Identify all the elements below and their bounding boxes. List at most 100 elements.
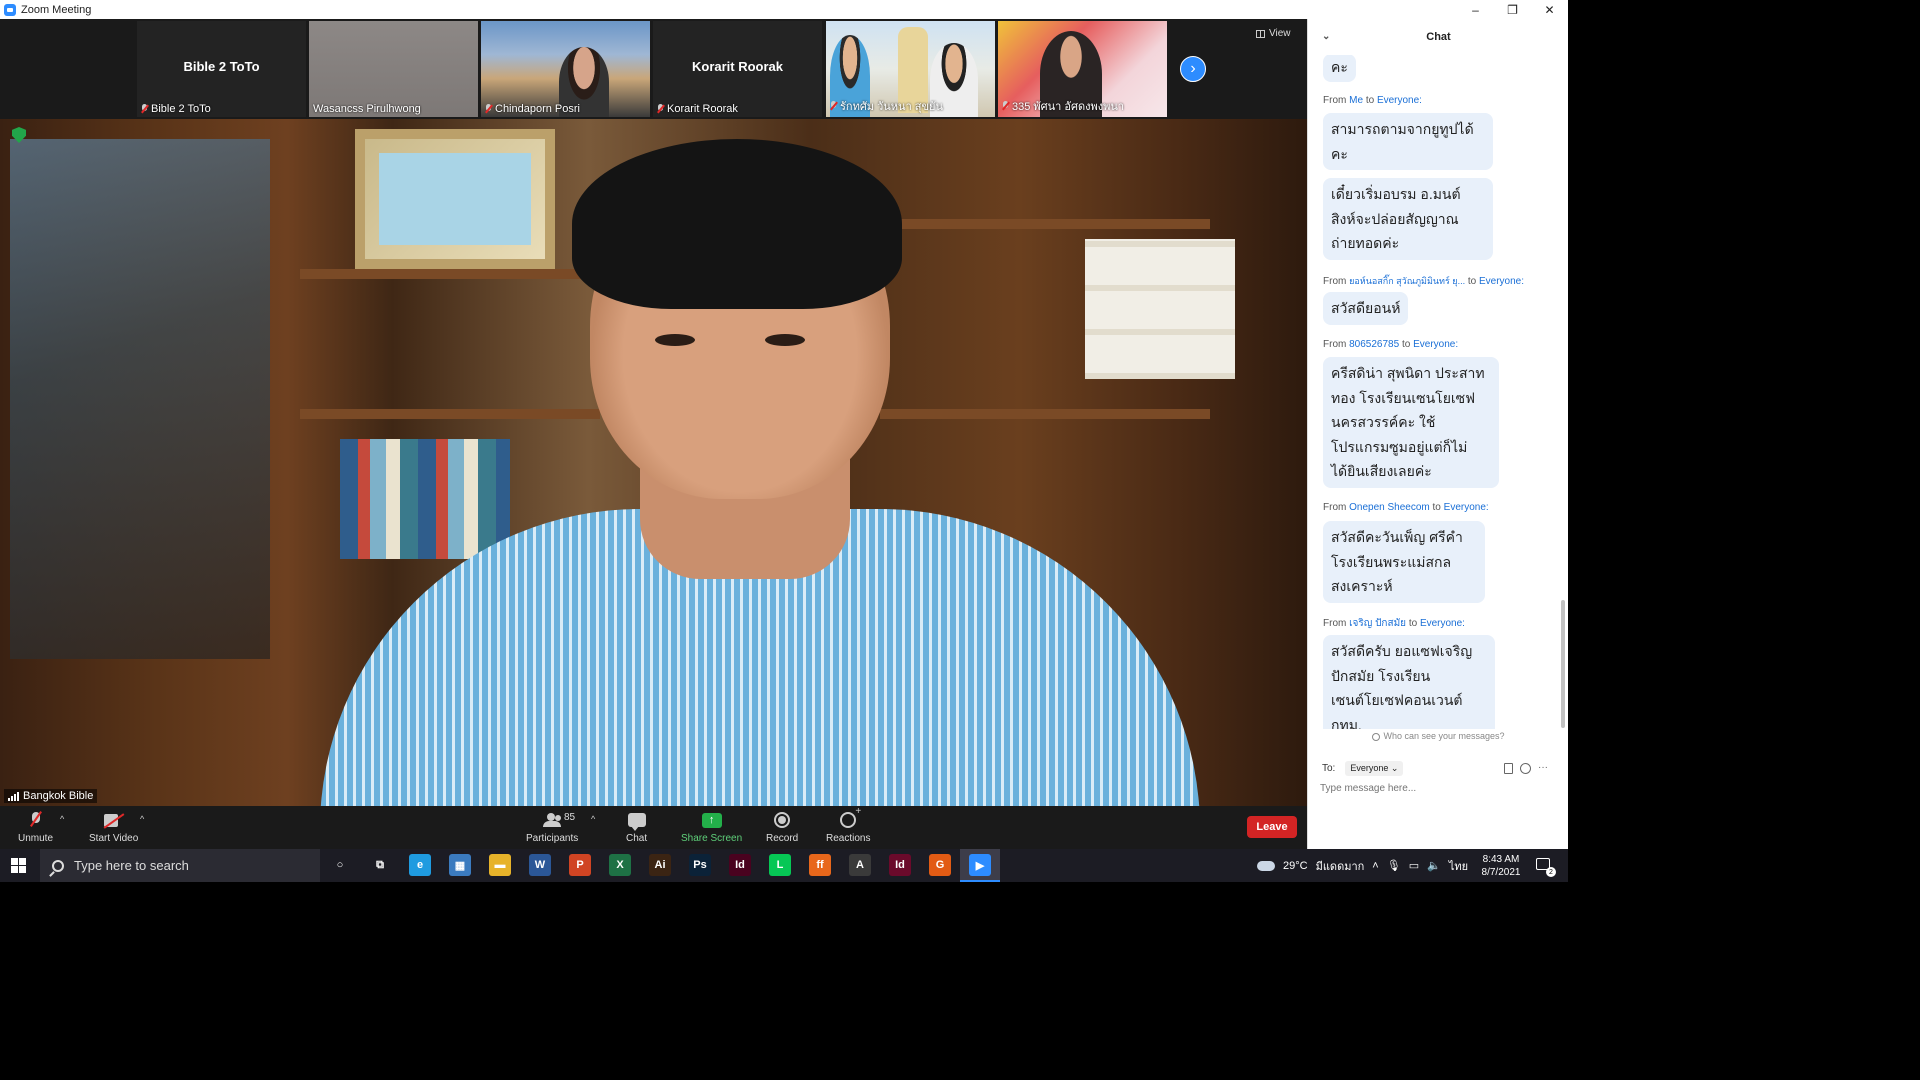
zoom-app-icon[interactable]: ▶ [969, 854, 991, 876]
participant-tile[interactable]: 335 พัศนา อัศดงพงพนา [998, 21, 1167, 117]
indesign-icon[interactable]: Id [729, 854, 751, 876]
sender-name[interactable]: เจริญ ปักสมัย [1349, 618, 1406, 629]
participant-tile[interactable]: Wasancss Pirulhwong [309, 21, 478, 117]
weather-temperature[interactable]: 29°C [1283, 860, 1308, 872]
calculator-icon[interactable]: ▦ [449, 854, 471, 876]
view-button[interactable]: View [1256, 28, 1291, 39]
chevron-right-icon: › [1190, 60, 1196, 77]
firefox-icon[interactable]: ff [809, 854, 831, 876]
sender-name[interactable]: 806526785 [1349, 339, 1399, 350]
chat-header: ⌄ Chat [1308, 19, 1569, 55]
participant-tile[interactable]: รักทศัม วันหนา สุขยัน [826, 21, 995, 117]
participant-tile[interactable]: Korarit Roorak Korarit Roorak [653, 21, 822, 117]
sender-name[interactable]: ยอห์นอสกิ๊ก สุวัณภูมิมินทร์ ยุ... [1349, 276, 1465, 286]
unmute-button[interactable]: Unmute [18, 810, 53, 844]
record-button[interactable]: Record [766, 810, 798, 844]
view-label: View [1269, 28, 1291, 39]
muted-mic-icon [1002, 101, 1009, 111]
microphone-icon[interactable]: 🎙 [1387, 859, 1401, 872]
chat-message-meta: From เจริญ ปักสมัย to Everyone: [1323, 616, 1465, 631]
network-icon[interactable]: ▭ [1409, 859, 1419, 872]
participant-name-label: Chindaporn Posri [485, 103, 580, 115]
collapse-chat-icon[interactable]: ⌄ [1322, 31, 1330, 42]
minimize-button[interactable]: – [1457, 0, 1494, 19]
cortana-icon[interactable]: ○ [329, 854, 351, 876]
speaker-name: Bangkok Bible [23, 790, 94, 802]
volume-icon[interactable]: 🔈 [1427, 859, 1441, 872]
muted-mic-icon [141, 104, 148, 114]
participants-button[interactable]: 85 Participants [526, 810, 578, 844]
privacy-link[interactable]: Who can see your messages? [1308, 731, 1569, 741]
taskbar-search-box[interactable]: Type here to search [40, 849, 320, 882]
chat-message-list[interactable]: คะ From Me to Everyone: สามารถตามจากยูทู… [1308, 55, 1558, 729]
participant-display-name: Korarit Roorak [691, 59, 784, 74]
shelf [880, 409, 1210, 419]
participant-name-label: Wasancss Pirulhwong [313, 103, 421, 115]
window-title: Zoom Meeting [21, 3, 92, 16]
to-word: to [1408, 618, 1418, 629]
recipient-name: Everyone: [1478, 276, 1525, 287]
to-label: To: [1322, 763, 1336, 774]
participant-name: 335 พัศนา อัศดงพงพนา [1012, 101, 1125, 113]
recipient-name: Everyone: [1419, 618, 1465, 629]
audio-options-caret[interactable]: ^ [60, 814, 64, 824]
next-page-button[interactable]: › [1180, 56, 1206, 82]
sender-name[interactable]: Me [1349, 95, 1363, 106]
reactions-label: Reactions [826, 833, 871, 844]
windows-start-icon[interactable] [11, 858, 26, 873]
system-tray: 29°C มีแดดมาก ˄ 🎙 ▭ 🔈 ไทย [1257, 849, 1468, 882]
task-view-icon[interactable]: ⧉ [369, 854, 391, 876]
participants-label: Participants [526, 833, 579, 844]
acrobat-icon[interactable]: A [849, 854, 871, 876]
file-attach-icon[interactable] [1504, 763, 1513, 774]
participant-name: รักทศัม วันหนา สุขยัน [840, 101, 944, 113]
more-options-icon[interactable]: ··· [1538, 763, 1548, 774]
leave-button[interactable]: Leave [1247, 816, 1297, 838]
participant-name: Wasancss Pirulhwong [313, 103, 421, 115]
photoshop-icon[interactable]: Ps [689, 854, 711, 876]
excel-icon[interactable]: X [609, 854, 631, 876]
input-language[interactable]: ไทย [1449, 857, 1468, 875]
close-button[interactable]: ✕ [1531, 0, 1568, 19]
edge-icon[interactable]: e [409, 854, 431, 876]
taskbar-clock[interactable]: 8:43 AM 8/7/2021 [1479, 853, 1523, 879]
from-word: From [1323, 502, 1347, 513]
chat-message-bubble: ครีสดิน่า สุพนิดา ประสาททอง โรงเรียนเซนโ… [1323, 357, 1499, 488]
chat-scrollbar[interactable] [1560, 55, 1566, 729]
illustrator-icon[interactable]: Ai [649, 854, 671, 876]
people-privacy-icon [1372, 732, 1381, 741]
active-speaker-label: Bangkok Bible [4, 789, 98, 803]
weather-cloud-icon[interactable] [1257, 860, 1275, 871]
sender-name[interactable]: Onepen Sheecom [1349, 502, 1430, 513]
muted-mic-icon [657, 104, 664, 114]
participant-tile[interactable]: Chindaporn Posri [481, 21, 650, 117]
start-video-button[interactable]: Start Video [89, 810, 138, 844]
record-label: Record [766, 833, 799, 844]
share-screen-button[interactable]: ↑ Share Screen [681, 810, 742, 844]
emoji-icon[interactable] [1520, 763, 1531, 774]
powerpoint-icon[interactable]: P [569, 854, 591, 876]
indesign-2-icon[interactable]: Id [889, 854, 911, 876]
restore-button[interactable]: ❐ [1494, 0, 1531, 19]
scrollbar-thumb[interactable] [1561, 600, 1565, 728]
chevron-up-icon[interactable]: ˄ [1372, 860, 1378, 872]
share-screen-icon: ↑ [701, 812, 722, 828]
chat-message-bubble: คะ [1323, 55, 1356, 82]
participants-options-caret[interactable]: ^ [591, 814, 595, 824]
window-controls: – ❐ ✕ [1457, 0, 1568, 19]
speaker-hair [572, 139, 902, 309]
chat-message-input[interactable] [1320, 783, 1555, 794]
recipient-name: Everyone: [1376, 95, 1422, 106]
reactions-button[interactable]: Reactions [826, 806, 871, 844]
word-icon[interactable]: W [529, 854, 551, 876]
line-icon[interactable]: L [769, 854, 791, 876]
file-explorer-icon[interactable]: ▬ [489, 854, 511, 876]
weather-description[interactable]: มีแดดมาก [1316, 857, 1365, 875]
video-options-caret[interactable]: ^ [140, 814, 144, 824]
chat-message-meta: From Me to Everyone: [1323, 95, 1422, 106]
participant-tile[interactable]: Bible 2 ToTo Bible 2 ToTo [137, 21, 306, 117]
from-word: From [1323, 339, 1347, 350]
g-app-icon[interactable]: G [929, 854, 951, 876]
recipient-select[interactable]: Everyone ⌄ [1345, 761, 1404, 776]
chat-button[interactable]: Chat [626, 810, 647, 844]
